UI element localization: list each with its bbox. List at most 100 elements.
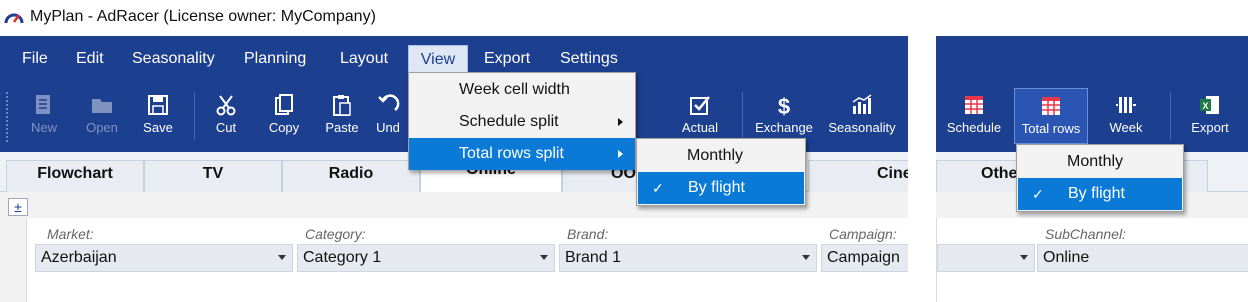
menu-edit[interactable]: Edit bbox=[68, 45, 112, 73]
market-value: Azerbaijan bbox=[41, 249, 117, 266]
folder-icon bbox=[92, 99, 112, 113]
dropdown-by-flight-label: By flight bbox=[1068, 185, 1125, 202]
filter-area-right: SubChannel: Online bbox=[936, 218, 1248, 302]
svg-text:X: X bbox=[1202, 101, 1208, 111]
tab-radio[interactable]: Radio bbox=[282, 160, 420, 192]
total-rows-label: Total rows bbox=[1021, 121, 1081, 136]
bar-chart-icon bbox=[852, 94, 872, 114]
exchange-button[interactable]: $ Exchange bbox=[752, 88, 816, 144]
submenu-arrow-icon bbox=[618, 150, 623, 158]
total-rows-split-submenu: Monthly ✓ By flight bbox=[636, 138, 806, 206]
tab-tv[interactable]: TV bbox=[144, 160, 282, 192]
new-document-icon bbox=[36, 95, 50, 114]
open-label: Open bbox=[86, 120, 118, 135]
main-window-panel: File Edit Seasonality Planning Layout Vi… bbox=[0, 36, 908, 302]
undo-icon bbox=[378, 94, 400, 111]
menu-view[interactable]: View bbox=[408, 45, 468, 73]
copy-icon bbox=[275, 94, 293, 115]
seasonality-label: Seasonality bbox=[828, 120, 896, 135]
chevron-down-icon bbox=[802, 255, 810, 260]
menu-schedule-split-label: Schedule split bbox=[459, 113, 559, 130]
paste-label: Paste bbox=[325, 120, 359, 135]
chevron-down-icon bbox=[1020, 255, 1028, 260]
filter-area: Market: Azerbaijan Category: Category 1 … bbox=[26, 218, 908, 302]
dropdown-monthly[interactable]: Monthly bbox=[1017, 146, 1183, 178]
menu-total-rows-split[interactable]: Total rows split bbox=[409, 138, 635, 170]
menu-week-cell-width[interactable]: Week cell width bbox=[409, 74, 635, 106]
save-label: Save bbox=[143, 120, 173, 135]
scissors-icon bbox=[216, 95, 236, 116]
grid-red-icon bbox=[965, 96, 983, 114]
menu-file[interactable]: File bbox=[14, 45, 56, 73]
subchannel-value: Online bbox=[1043, 249, 1090, 266]
toolbar-grip[interactable] bbox=[6, 92, 10, 142]
menu-seasonality[interactable]: Seasonality bbox=[124, 45, 223, 73]
actual-button[interactable]: Actual bbox=[668, 88, 732, 144]
total-rows-button[interactable]: Total rows bbox=[1014, 88, 1088, 144]
menu-layout[interactable]: Layout bbox=[332, 45, 396, 73]
market-label: Market: bbox=[47, 226, 94, 242]
filter-panel: ± Market: Azerbaijan Category: Category … bbox=[0, 192, 908, 302]
dropdown-by-flight[interactable]: ✓ By flight bbox=[1018, 178, 1182, 210]
checkmark-icon: ✓ bbox=[1032, 186, 1044, 202]
subchannel-select[interactable]: Online bbox=[1037, 244, 1248, 272]
menu-export[interactable]: Export bbox=[476, 45, 538, 73]
category-label: Category: bbox=[305, 226, 366, 242]
submenu-by-flight[interactable]: ✓ By flight bbox=[638, 172, 804, 204]
submenu-monthly[interactable]: Monthly bbox=[637, 140, 805, 172]
title-bar: MyPlan - AdRacer (License owner: MyCompa… bbox=[0, 0, 1248, 36]
category-value: Category 1 bbox=[303, 249, 382, 266]
paste-button[interactable]: Paste bbox=[310, 88, 374, 144]
submenu-by-flight-label: By flight bbox=[688, 179, 745, 196]
app-logo-icon bbox=[4, 13, 24, 24]
grid-red-icon bbox=[1042, 97, 1060, 115]
copy-label: Copy bbox=[268, 120, 300, 135]
campaign-value: Campaign bbox=[827, 249, 900, 266]
category-select[interactable]: Category 1 bbox=[297, 244, 555, 272]
toolbar-separator bbox=[742, 92, 743, 140]
campaign-select[interactable]: Campaign bbox=[821, 244, 908, 272]
tab-flowchart[interactable]: Flowchart bbox=[6, 160, 144, 192]
dropdown-monthly-label: Monthly bbox=[1067, 153, 1124, 170]
toolbar-right: Schedule Total rows Week X Export bbox=[936, 82, 1248, 152]
schedule-button[interactable]: Schedule bbox=[942, 88, 1006, 144]
campaign-select-tail[interactable] bbox=[937, 244, 1035, 272]
window-title: MyPlan - AdRacer (License owner: MyCompa… bbox=[30, 8, 376, 25]
menu-total-rows-split-label: Total rows split bbox=[459, 145, 564, 162]
menu-week-cell-width-label: Week cell width bbox=[459, 81, 570, 98]
brand-label: Brand: bbox=[567, 226, 609, 242]
menu-settings[interactable]: Settings bbox=[552, 45, 626, 73]
brand-select[interactable]: Brand 1 bbox=[559, 244, 817, 272]
undo-button[interactable]: Und bbox=[366, 88, 410, 144]
brand-value: Brand 1 bbox=[565, 249, 622, 266]
cut-button[interactable]: Cut bbox=[194, 88, 258, 144]
checkbox-icon bbox=[690, 96, 710, 115]
menu-schedule-split[interactable]: Schedule split bbox=[409, 106, 635, 138]
save-icon bbox=[148, 95, 168, 115]
cut-label: Cut bbox=[215, 120, 237, 135]
export-button[interactable]: X Export bbox=[1178, 88, 1242, 144]
menu-planning[interactable]: Planning bbox=[236, 45, 314, 73]
dollar-icon: $ bbox=[778, 94, 790, 118]
checkmark-icon: ✓ bbox=[652, 180, 664, 196]
tab-cinema[interactable]: Cine bbox=[808, 160, 908, 192]
menu-bar-right bbox=[936, 36, 1248, 82]
export-label: Export bbox=[1191, 120, 1229, 135]
save-button[interactable]: Save bbox=[126, 88, 190, 144]
zoomed-toolbar-panel: Schedule Total rows Week X Export Othe S… bbox=[936, 36, 1248, 302]
copy-button[interactable]: Copy bbox=[252, 88, 316, 144]
chevron-down-icon bbox=[540, 255, 548, 260]
actual-label: Actual bbox=[681, 120, 719, 135]
campaign-label: Campaign: bbox=[829, 226, 897, 242]
excel-icon: X bbox=[1200, 96, 1219, 114]
open-button[interactable]: Open bbox=[70, 88, 134, 144]
week-button[interactable]: Week bbox=[1094, 88, 1158, 144]
seasonality-button[interactable]: Seasonality bbox=[824, 88, 900, 144]
week-columns-icon bbox=[1116, 97, 1136, 113]
expand-toggle[interactable]: ± bbox=[8, 198, 28, 216]
market-select[interactable]: Azerbaijan bbox=[35, 244, 293, 272]
schedule-label: Schedule bbox=[946, 120, 1002, 135]
exchange-label: Exchange bbox=[755, 120, 813, 135]
new-button[interactable]: New bbox=[12, 88, 76, 144]
undo-label: Und bbox=[376, 120, 400, 135]
